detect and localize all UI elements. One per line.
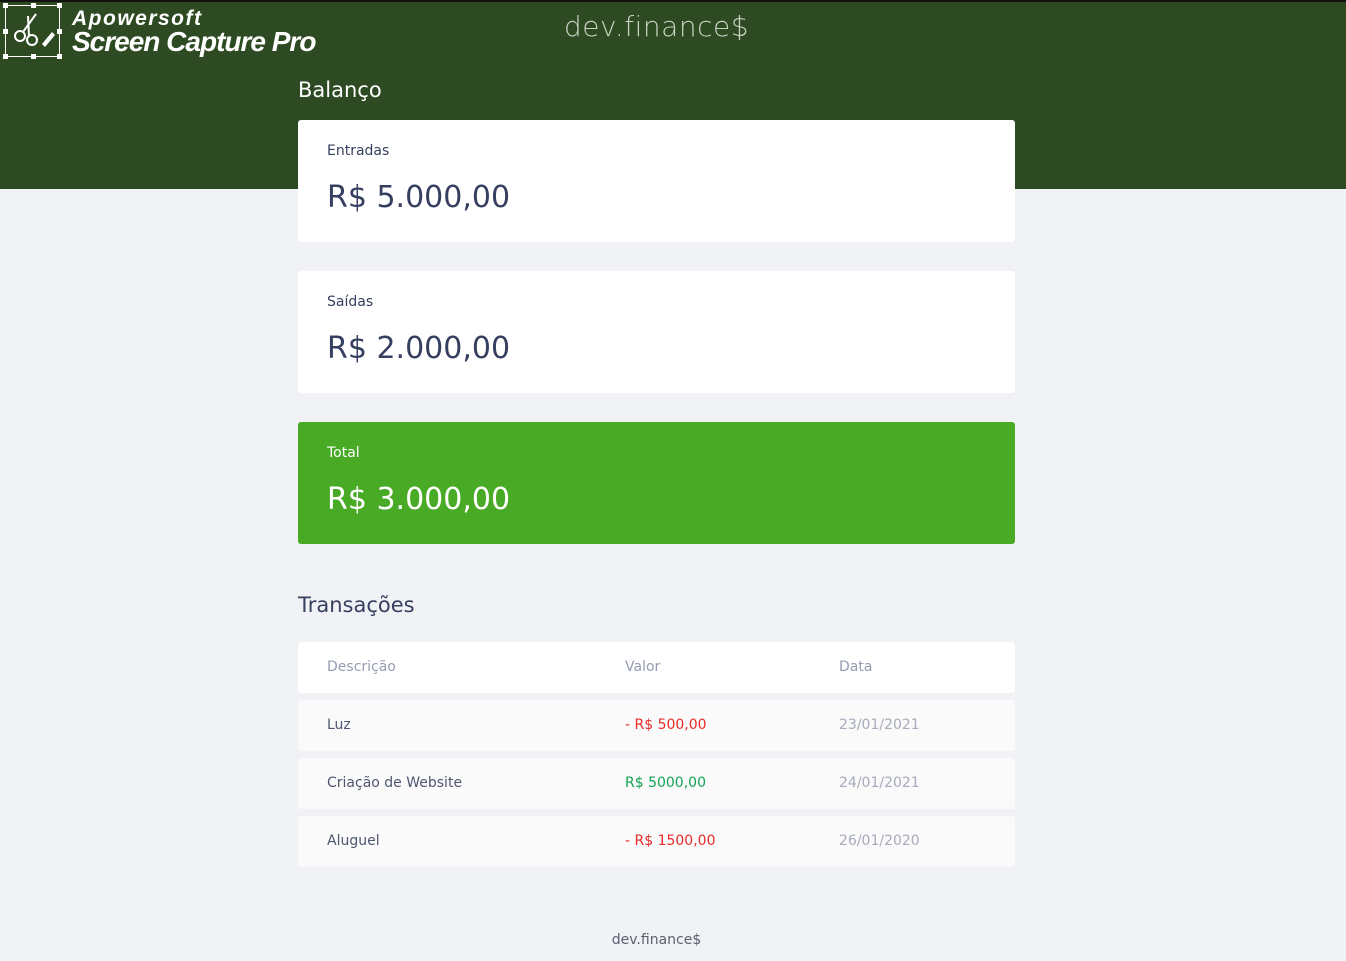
transactions-title: Transações xyxy=(298,593,415,617)
transaction-description: Aluguel xyxy=(327,833,380,849)
column-header-date: Data xyxy=(839,659,873,675)
transactions-table-header: Descrição Valor Data xyxy=(298,642,1015,693)
total-card-value: R$ 3.000,00 xyxy=(327,482,511,517)
column-header-amount: Valor xyxy=(625,659,661,675)
scissors-pen-icon xyxy=(3,3,62,59)
transaction-date: 24/01/2021 xyxy=(839,775,920,791)
page-footer: dev.finance$ xyxy=(611,932,702,948)
total-card-label: Total xyxy=(327,445,360,461)
transaction-description: Luz xyxy=(327,717,351,733)
expense-card-value: R$ 2.000,00 xyxy=(327,331,511,366)
transaction-amount: - R$ 1500,00 xyxy=(625,833,716,849)
expense-card: Saídas R$ 2.000,00 xyxy=(298,271,1015,393)
transaction-description: Criação de Website xyxy=(327,775,463,791)
table-row[interactable]: Criação de Website R$ 5000,00 24/01/2021 xyxy=(298,758,1015,809)
transaction-amount: R$ 5000,00 xyxy=(625,775,706,791)
balance-title: Balanço xyxy=(298,78,382,102)
income-card-value: R$ 5.000,00 xyxy=(327,180,511,215)
total-card: Total R$ 3.000,00 xyxy=(298,422,1015,544)
transaction-date: 26/01/2020 xyxy=(839,833,920,849)
income-card: Entradas R$ 5.000,00 xyxy=(298,120,1015,242)
expense-card-label: Saídas xyxy=(327,294,374,310)
transaction-date: 23/01/2021 xyxy=(839,717,920,733)
income-card-label: Entradas xyxy=(327,143,390,159)
transaction-amount: - R$ 500,00 xyxy=(625,717,707,733)
table-row[interactable]: Aluguel - R$ 1500,00 26/01/2020 xyxy=(298,816,1015,867)
screen-capture-watermark: Apowersoft Screen Capture Pro xyxy=(3,3,325,60)
column-header-description: Descrição xyxy=(327,659,396,675)
table-row[interactable]: Luz - R$ 500,00 23/01/2021 xyxy=(298,700,1015,751)
watermark-product: Screen Capture Pro xyxy=(72,26,316,57)
